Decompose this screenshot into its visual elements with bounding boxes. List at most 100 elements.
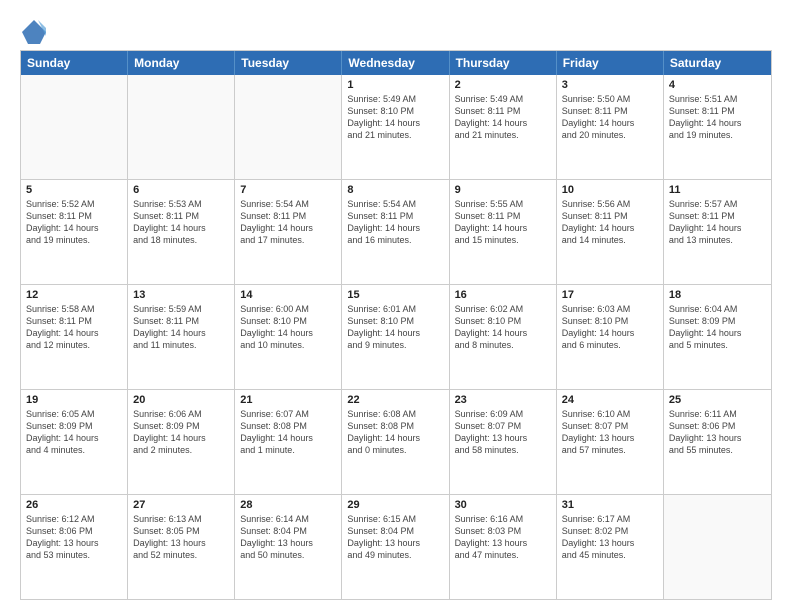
day-number: 13	[133, 289, 229, 301]
calendar-cell: 7 Sunrise: 5:54 AM Sunset: 8:11 PM Daylig…	[235, 180, 342, 284]
weekday-header: Sunday	[21, 51, 128, 75]
calendar-row: 5 Sunrise: 5:52 AM Sunset: 8:11 PM Daylig…	[21, 179, 771, 284]
cell-info: Sunrise: 5:50 AM Sunset: 8:11 PM Dayligh…	[562, 93, 658, 142]
calendar-cell: 3 Sunrise: 5:50 AM Sunset: 8:11 PM Daylig…	[557, 75, 664, 179]
calendar-cell	[21, 75, 128, 179]
cell-info: Sunrise: 6:01 AM Sunset: 8:10 PM Dayligh…	[347, 303, 443, 352]
cell-info: Sunrise: 5:53 AM Sunset: 8:11 PM Dayligh…	[133, 198, 229, 247]
calendar-cell: 22 Sunrise: 6:08 AM Sunset: 8:08 PM Dayli…	[342, 390, 449, 494]
day-number: 7	[240, 184, 336, 196]
calendar-cell: 15 Sunrise: 6:01 AM Sunset: 8:10 PM Dayli…	[342, 285, 449, 389]
cell-info: Sunrise: 6:10 AM Sunset: 8:07 PM Dayligh…	[562, 408, 658, 457]
calendar-cell: 30 Sunrise: 6:16 AM Sunset: 8:03 PM Dayli…	[450, 495, 557, 599]
day-number: 22	[347, 394, 443, 406]
weekday-header: Wednesday	[342, 51, 449, 75]
cell-info: Sunrise: 5:59 AM Sunset: 8:11 PM Dayligh…	[133, 303, 229, 352]
calendar-cell: 20 Sunrise: 6:06 AM Sunset: 8:09 PM Dayli…	[128, 390, 235, 494]
day-number: 12	[26, 289, 122, 301]
calendar-cell: 4 Sunrise: 5:51 AM Sunset: 8:11 PM Daylig…	[664, 75, 771, 179]
day-number: 20	[133, 394, 229, 406]
calendar-cell: 19 Sunrise: 6:05 AM Sunset: 8:09 PM Dayli…	[21, 390, 128, 494]
cell-info: Sunrise: 6:09 AM Sunset: 8:07 PM Dayligh…	[455, 408, 551, 457]
cell-info: Sunrise: 6:15 AM Sunset: 8:04 PM Dayligh…	[347, 513, 443, 562]
cell-info: Sunrise: 5:58 AM Sunset: 8:11 PM Dayligh…	[26, 303, 122, 352]
calendar-cell: 9 Sunrise: 5:55 AM Sunset: 8:11 PM Daylig…	[450, 180, 557, 284]
calendar-cell	[235, 75, 342, 179]
calendar-cell: 14 Sunrise: 6:00 AM Sunset: 8:10 PM Dayli…	[235, 285, 342, 389]
calendar-cell: 10Sunrise: 5:56 AM Sunset: 8:11 PM Dayli…	[557, 180, 664, 284]
calendar-row: 19 Sunrise: 6:05 AM Sunset: 8:09 PM Dayli…	[21, 389, 771, 494]
calendar-row: 1Sunrise: 5:49 AM Sunset: 8:10 PM Daylig…	[21, 75, 771, 179]
day-number: 18	[669, 289, 766, 301]
calendar-cell: 24 Sunrise: 6:10 AM Sunset: 8:07 PM Dayli…	[557, 390, 664, 494]
cell-info: Sunrise: 5:52 AM Sunset: 8:11 PM Dayligh…	[26, 198, 122, 247]
day-number: 17	[562, 289, 658, 301]
cell-info: Sunrise: 6:05 AM Sunset: 8:09 PM Dayligh…	[26, 408, 122, 457]
day-number: 21	[240, 394, 336, 406]
header	[20, 18, 772, 46]
calendar-header: SundayMondayTuesdayWednesdayThursdayFrid…	[21, 51, 771, 75]
day-number: 16	[455, 289, 551, 301]
cell-info: Sunrise: 5:54 AM Sunset: 8:11 PM Dayligh…	[240, 198, 336, 247]
calendar-cell: 21 Sunrise: 6:07 AM Sunset: 8:08 PM Dayli…	[235, 390, 342, 494]
day-number: 26	[26, 499, 122, 511]
day-number: 25	[669, 394, 766, 406]
day-number: 3	[562, 79, 658, 91]
day-number: 8	[347, 184, 443, 196]
page: SundayMondayTuesdayWednesdayThursdayFrid…	[0, 0, 792, 612]
day-number: 19	[26, 394, 122, 406]
cell-info: Sunrise: 5:57 AM Sunset: 8:11 PM Dayligh…	[669, 198, 766, 247]
weekday-header: Friday	[557, 51, 664, 75]
cell-info: Sunrise: 6:06 AM Sunset: 8:09 PM Dayligh…	[133, 408, 229, 457]
calendar-cell: 12 Sunrise: 5:58 AM Sunset: 8:11 PM Dayli…	[21, 285, 128, 389]
calendar-cell	[664, 495, 771, 599]
weekday-header: Thursday	[450, 51, 557, 75]
cell-info: Sunrise: 6:13 AM Sunset: 8:05 PM Dayligh…	[133, 513, 229, 562]
day-number: 2	[455, 79, 551, 91]
cell-info: Sunrise: 6:07 AM Sunset: 8:08 PM Dayligh…	[240, 408, 336, 457]
calendar-body: 1Sunrise: 5:49 AM Sunset: 8:10 PM Daylig…	[21, 75, 771, 599]
calendar-cell: 29Sunrise: 6:15 AM Sunset: 8:04 PM Dayli…	[342, 495, 449, 599]
cell-info: Sunrise: 6:02 AM Sunset: 8:10 PM Dayligh…	[455, 303, 551, 352]
calendar-cell: 8Sunrise: 5:54 AM Sunset: 8:11 PM Daylig…	[342, 180, 449, 284]
day-number: 11	[669, 184, 766, 196]
calendar: SundayMondayTuesdayWednesdayThursdayFrid…	[20, 50, 772, 600]
cell-info: Sunrise: 5:49 AM Sunset: 8:10 PM Dayligh…	[347, 93, 443, 142]
cell-info: Sunrise: 6:03 AM Sunset: 8:10 PM Dayligh…	[562, 303, 658, 352]
cell-info: Sunrise: 6:17 AM Sunset: 8:02 PM Dayligh…	[562, 513, 658, 562]
day-number: 23	[455, 394, 551, 406]
cell-info: Sunrise: 6:12 AM Sunset: 8:06 PM Dayligh…	[26, 513, 122, 562]
cell-info: Sunrise: 6:00 AM Sunset: 8:10 PM Dayligh…	[240, 303, 336, 352]
day-number: 30	[455, 499, 551, 511]
cell-info: Sunrise: 5:55 AM Sunset: 8:11 PM Dayligh…	[455, 198, 551, 247]
calendar-cell: 25Sunrise: 6:11 AM Sunset: 8:06 PM Dayli…	[664, 390, 771, 494]
cell-info: Sunrise: 6:16 AM Sunset: 8:03 PM Dayligh…	[455, 513, 551, 562]
day-number: 9	[455, 184, 551, 196]
cell-info: Sunrise: 6:08 AM Sunset: 8:08 PM Dayligh…	[347, 408, 443, 457]
weekday-header: Tuesday	[235, 51, 342, 75]
day-number: 15	[347, 289, 443, 301]
calendar-row: 26 Sunrise: 6:12 AM Sunset: 8:06 PM Dayli…	[21, 494, 771, 599]
cell-info: Sunrise: 6:14 AM Sunset: 8:04 PM Dayligh…	[240, 513, 336, 562]
day-number: 27	[133, 499, 229, 511]
calendar-cell: 18Sunrise: 6:04 AM Sunset: 8:09 PM Dayli…	[664, 285, 771, 389]
calendar-cell: 17 Sunrise: 6:03 AM Sunset: 8:10 PM Dayli…	[557, 285, 664, 389]
calendar-cell: 5 Sunrise: 5:52 AM Sunset: 8:11 PM Daylig…	[21, 180, 128, 284]
day-number: 31	[562, 499, 658, 511]
logo-icon	[20, 18, 48, 46]
day-number: 5	[26, 184, 122, 196]
calendar-cell: 31 Sunrise: 6:17 AM Sunset: 8:02 PM Dayli…	[557, 495, 664, 599]
day-number: 28	[240, 499, 336, 511]
calendar-cell: 11 Sunrise: 5:57 AM Sunset: 8:11 PM Dayli…	[664, 180, 771, 284]
calendar-cell	[128, 75, 235, 179]
cell-info: Sunrise: 5:49 AM Sunset: 8:11 PM Dayligh…	[455, 93, 551, 142]
calendar-cell: 1Sunrise: 5:49 AM Sunset: 8:10 PM Daylig…	[342, 75, 449, 179]
day-number: 14	[240, 289, 336, 301]
weekday-header: Saturday	[664, 51, 771, 75]
day-number: 4	[669, 79, 766, 91]
calendar-cell: 6Sunrise: 5:53 AM Sunset: 8:11 PM Daylig…	[128, 180, 235, 284]
cell-info: Sunrise: 5:51 AM Sunset: 8:11 PM Dayligh…	[669, 93, 766, 142]
day-number: 24	[562, 394, 658, 406]
logo	[20, 18, 52, 46]
calendar-cell: 26 Sunrise: 6:12 AM Sunset: 8:06 PM Dayli…	[21, 495, 128, 599]
